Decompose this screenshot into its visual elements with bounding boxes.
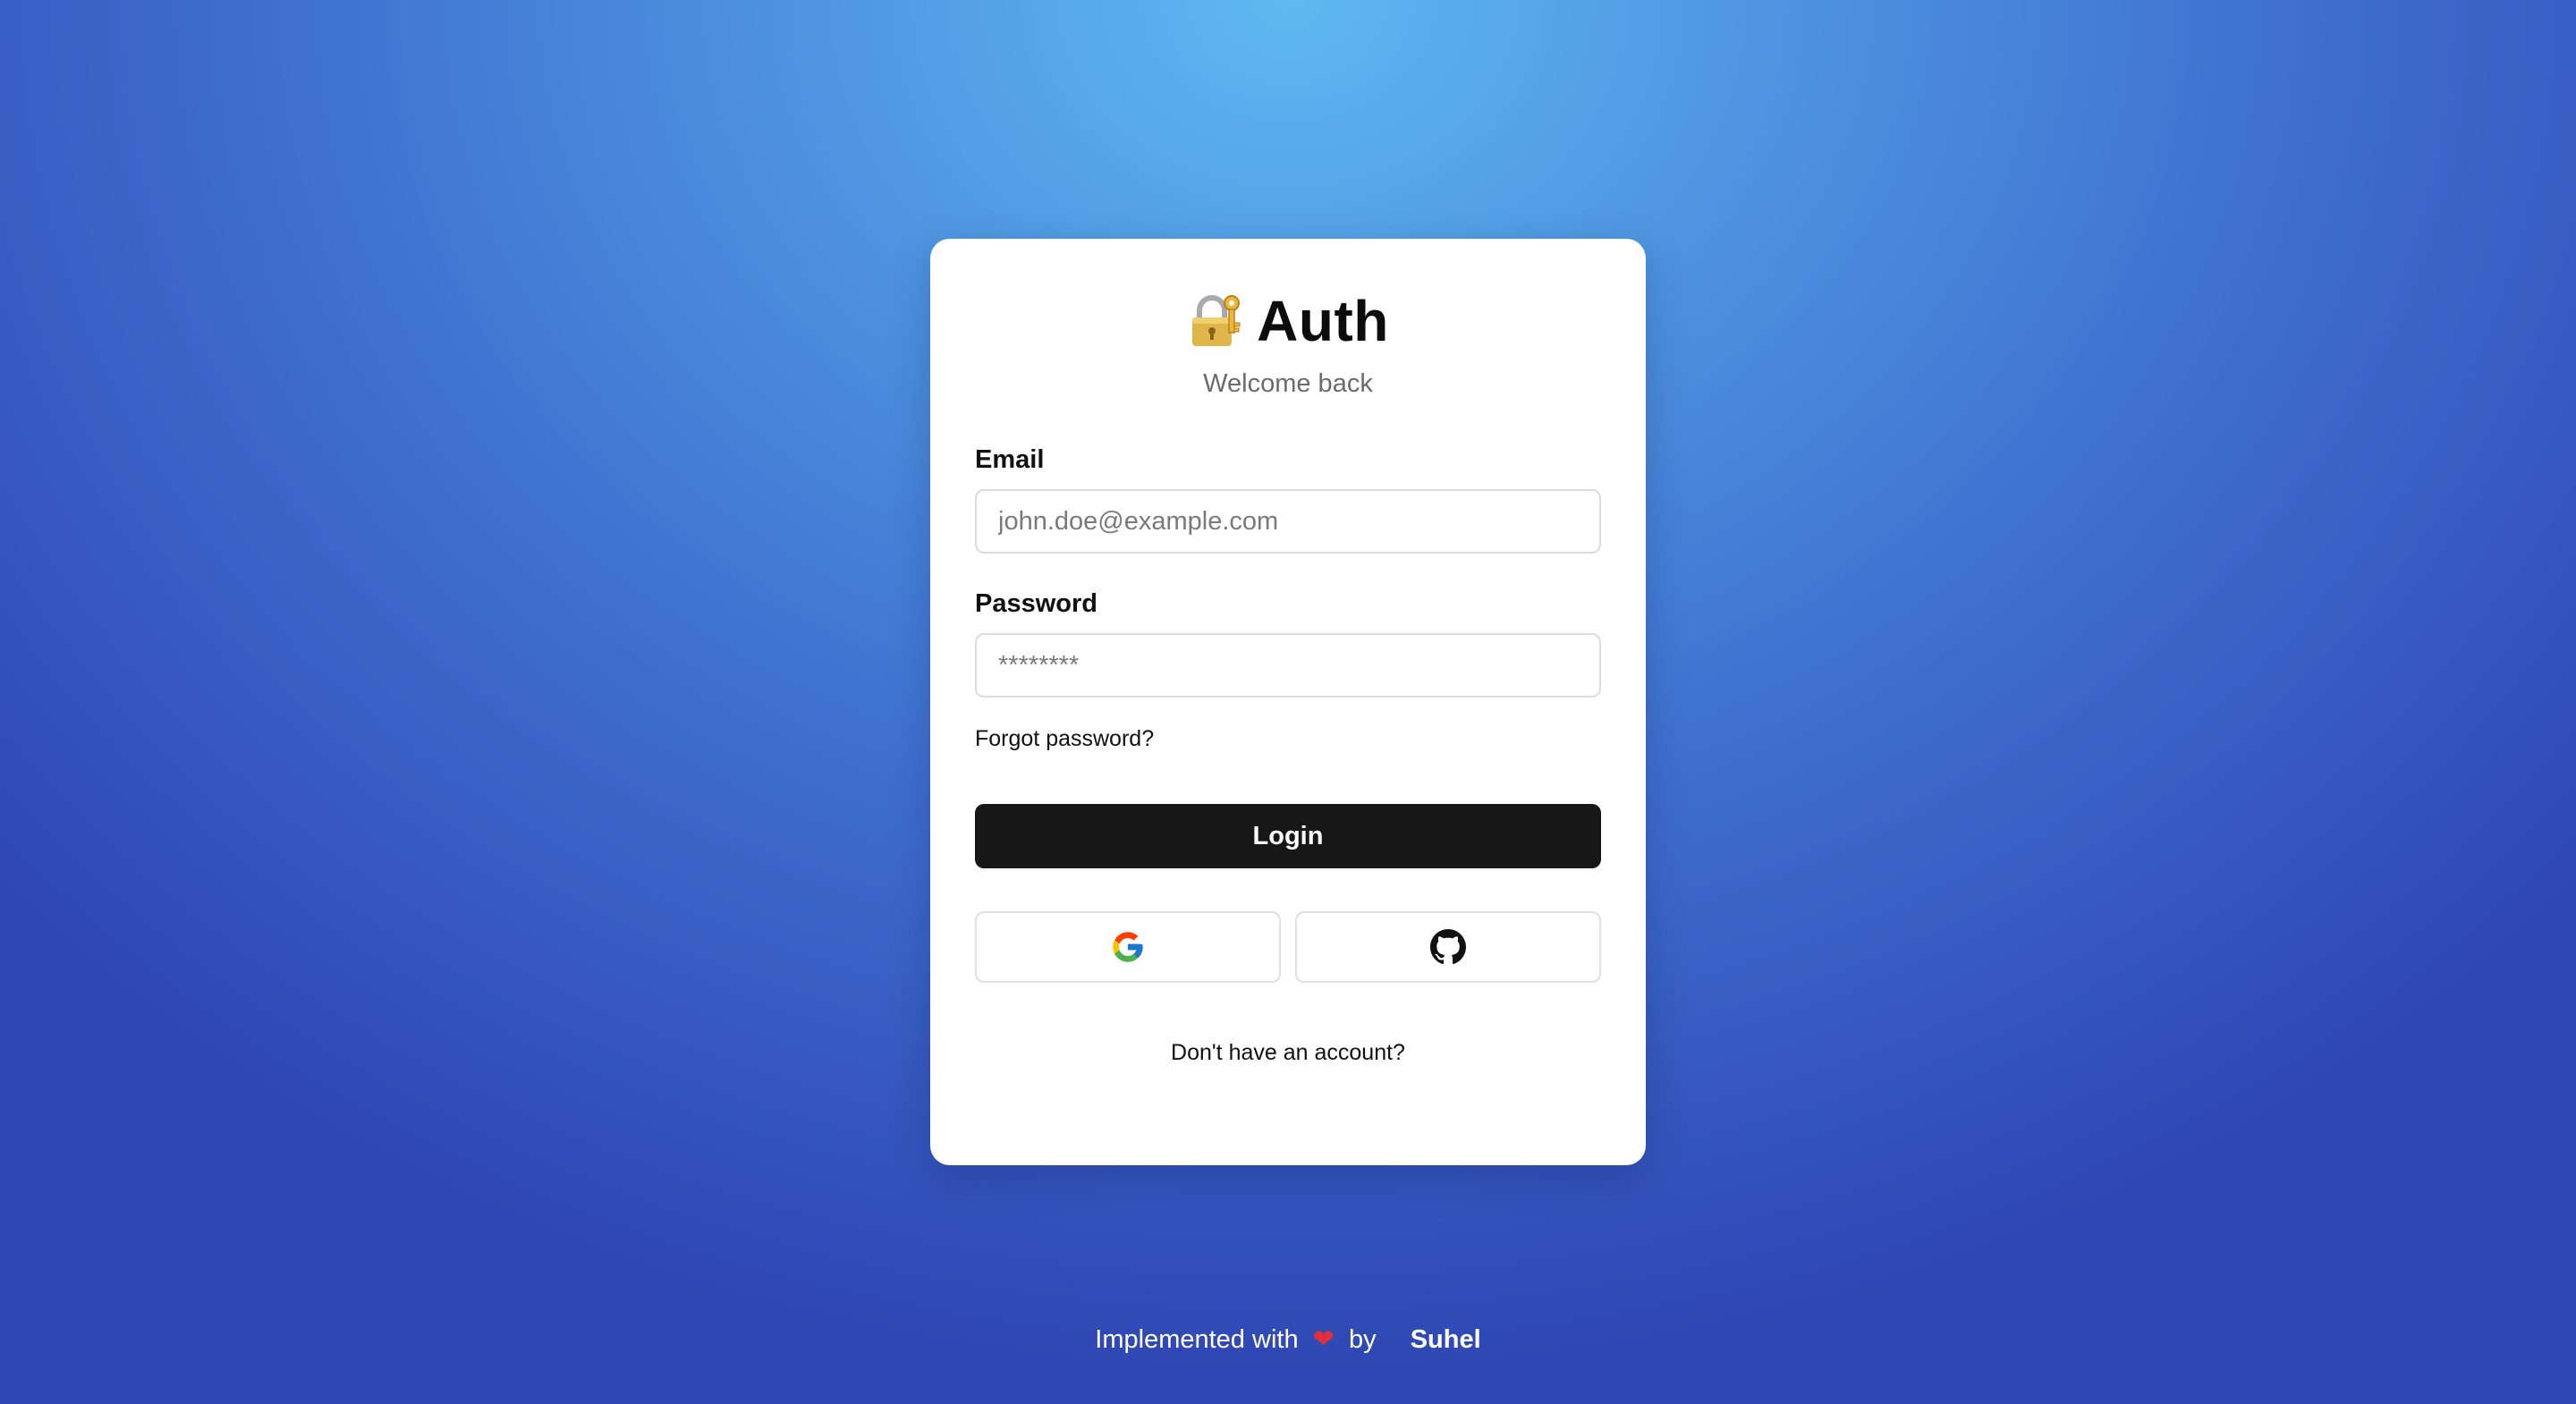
lock-with-key-icon — [1187, 292, 1244, 350]
footer-prefix: Implemented with — [1095, 1325, 1299, 1354]
page-subtitle: Welcome back — [1203, 369, 1373, 398]
author-link[interactable]: Suhel — [1411, 1325, 1481, 1354]
brand-title: Auth — [1257, 289, 1389, 353]
google-icon — [1110, 929, 1146, 965]
brand-header: Auth — [975, 285, 1601, 357]
login-card: Auth Welcome back Email Password Forgot … — [930, 239, 1646, 1165]
heart-icon: ❤ — [1312, 1325, 1335, 1354]
github-login-button[interactable] — [1295, 911, 1601, 983]
signup-prompt: Don't have an account? — [975, 1040, 1601, 1066]
footer: Implemented with ❤ by Suhel — [0, 1324, 2576, 1355]
email-input[interactable] — [975, 489, 1601, 554]
password-label: Password — [975, 589, 1097, 618]
footer-by: by — [1349, 1325, 1377, 1354]
email-label: Email — [975, 445, 1045, 474]
github-icon — [1430, 929, 1466, 965]
signup-link[interactable]: Don't have an account? — [1171, 1040, 1405, 1065]
login-button[interactable]: Login — [975, 804, 1601, 868]
password-input[interactable] — [975, 633, 1601, 698]
google-login-button[interactable] — [975, 911, 1281, 983]
social-login-row — [975, 911, 1601, 983]
forgot-password-link[interactable]: Forgot password? — [975, 726, 1154, 752]
